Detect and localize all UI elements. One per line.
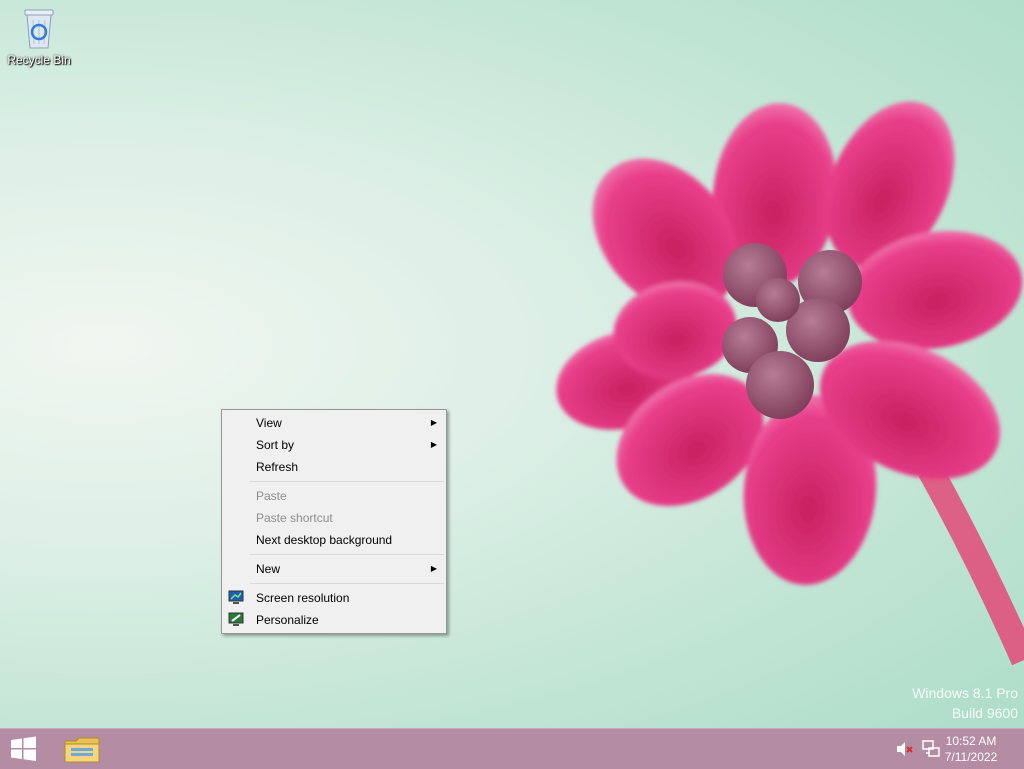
clock-time: 10:52 AM xyxy=(945,734,997,748)
menu-item-label: Personalize xyxy=(256,613,319,627)
menu-item-new[interactable]: New ▶ xyxy=(222,558,446,580)
menu-item-sort-by[interactable]: Sort by ▶ xyxy=(222,434,446,456)
watermark-edition: Windows 8.1 Pro xyxy=(912,685,1018,701)
speaker-muted-icon[interactable] xyxy=(896,741,914,757)
menu-item-view[interactable]: View ▶ xyxy=(222,412,446,434)
menu-separator xyxy=(250,481,444,482)
menu-item-label: Next desktop background xyxy=(256,533,393,547)
taskbar: 10:52 AM 7/11/2022 xyxy=(0,728,1024,769)
menu-item-label: Screen resolution xyxy=(256,591,350,605)
menu-item-label: Paste shortcut xyxy=(256,511,333,525)
menu-item-label: View xyxy=(256,416,282,430)
desktop-icon-label: Recycle Bin xyxy=(7,53,71,67)
menu-item-next-desktop-background[interactable]: Next desktop background xyxy=(222,529,446,551)
menu-separator xyxy=(250,583,444,584)
watermark-build: Build 9600 xyxy=(951,705,1018,721)
menu-separator xyxy=(250,554,444,555)
desktop-context-menu: View ▶ Sort by ▶ Refresh Paste Paste sho… xyxy=(221,409,447,634)
recycle-bin-icon xyxy=(24,9,54,49)
menu-item-paste-shortcut: Paste shortcut xyxy=(222,507,446,529)
menu-item-label: Refresh xyxy=(256,460,299,474)
start-icon[interactable] xyxy=(8,735,40,763)
clock-date: 7/11/2022 xyxy=(944,750,998,764)
desktop-icon-recycle-bin[interactable]: Recycle Bin xyxy=(4,6,74,67)
submenu-arrow-icon: ▶ xyxy=(430,564,437,573)
menu-item-label: Paste xyxy=(256,489,287,503)
menu-item-label: New xyxy=(256,562,281,576)
taskbar-clock[interactable]: 10:52 AM 7/11/2022 xyxy=(936,733,1006,765)
menu-item-screen-resolution[interactable]: Screen resolution xyxy=(222,587,446,609)
submenu-arrow-icon: ▶ xyxy=(430,418,437,427)
file-explorer-icon[interactable] xyxy=(62,733,102,765)
monitor-icon xyxy=(228,590,244,604)
menu-item-refresh[interactable]: Refresh xyxy=(222,456,446,478)
windows-build-watermark: Windows 8.1 Pro Build 9600 xyxy=(912,684,1018,724)
personalize-icon xyxy=(228,612,244,626)
submenu-arrow-icon: ▶ xyxy=(430,440,437,449)
menu-item-label: Sort by xyxy=(256,438,295,452)
desktop-wallpaper xyxy=(556,101,1024,666)
menu-item-paste: Paste xyxy=(222,485,446,507)
menu-item-personalize[interactable]: Personalize xyxy=(222,609,446,631)
